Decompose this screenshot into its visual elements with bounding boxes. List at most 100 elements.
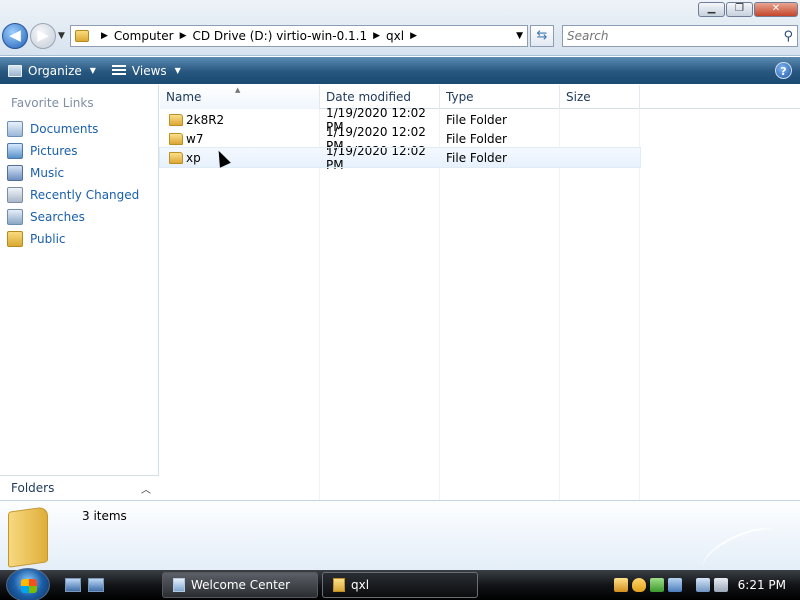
nav-item-public[interactable]: Public [0, 228, 158, 250]
music-icon [7, 165, 23, 181]
recently-changed-icon [7, 187, 23, 203]
task-qxl[interactable]: qxl [322, 572, 478, 598]
views-button[interactable]: Views ▼ [111, 63, 181, 78]
file-row-xp[interactable]: xp 1/19/2020 12:02 PM File Folder [159, 144, 641, 172]
file-name: 2k8R2 [186, 112, 225, 127]
column-divider [639, 109, 640, 500]
file-rows: 2k8R2 1/19/2020 12:02 PM File Folder w7 … [159, 106, 641, 172]
file-name-cell: w7 [160, 132, 320, 146]
chevron-down-icon: ▼ [174, 66, 181, 75]
nav-item-label: Music [30, 166, 65, 180]
back-arrow-icon: ◀ [9, 26, 21, 44]
file-date-cell: 1/19/2020 12:02 PM [326, 143, 426, 172]
address-bar[interactable]: ▶ Computer ▶ CD Drive (D:) virtio-win-0.… [70, 25, 528, 47]
navigation-pane: Favorite Links Documents Pictures Music … [0, 85, 159, 500]
folder-icon [169, 113, 183, 126]
views-label: Views [131, 63, 167, 78]
file-name-cell: xp [160, 151, 320, 165]
column-header-name[interactable]: ▲ Name [160, 85, 320, 109]
nav-item-label: Documents [30, 122, 99, 136]
back-button[interactable]: ◀ [2, 23, 28, 49]
tray-windows-update-icon[interactable] [667, 578, 682, 592]
searches-icon [7, 209, 23, 225]
file-type-cell: File Folder [446, 112, 507, 127]
tray-volume-muted-icon[interactable] [713, 578, 728, 592]
search-input[interactable] [567, 29, 767, 43]
command-bar: Organize ▼ Views ▼ [0, 57, 800, 84]
column-header-label: Size [566, 90, 591, 104]
nav-item-label: Pictures [30, 144, 78, 158]
file-name: xp [186, 150, 201, 165]
breadcrumb-chevron-icon[interactable]: ▶ [101, 31, 108, 41]
folders-label: Folders [11, 481, 55, 495]
column-header-size[interactable]: Size [560, 85, 640, 109]
column-divider [559, 109, 560, 500]
chevron-down-icon: ▼ [89, 66, 96, 75]
nav-item-music[interactable]: Music [0, 162, 158, 184]
public-folder-icon [7, 231, 23, 247]
start-button[interactable] [6, 568, 50, 600]
recent-pages-dropdown[interactable]: ▼ [58, 31, 65, 41]
address-bar-area: ▁ ❐ ✕ ◀ ▶ ▼ ▶ Computer ▶ CD Drive (D:) v… [0, 0, 800, 56]
search-box[interactable]: ⚲ [562, 25, 798, 47]
address-dropdown-icon[interactable]: ▼ [516, 31, 523, 41]
show-desktop-icon[interactable] [65, 578, 81, 592]
refresh-button[interactable]: ⇆ [530, 25, 554, 47]
column-header-label: Name [166, 90, 202, 104]
favorite-links-header: Favorite Links [11, 96, 94, 110]
tray-network-icon[interactable] [613, 578, 628, 592]
tray-connection-icon[interactable] [695, 578, 710, 592]
task-welcome-center[interactable]: Welcome Center [162, 572, 318, 598]
breadcrumb-chevron-icon[interactable]: ▶ [180, 31, 187, 41]
breadcrumb-chevron-icon[interactable]: ▶ [410, 31, 417, 41]
breadcrumb-cd-drive[interactable]: CD Drive (D:) virtio-win-0.1.1 [193, 29, 368, 43]
organize-icon [8, 64, 22, 77]
folder-icon [169, 151, 183, 164]
close-button[interactable]: ✕ [754, 2, 798, 17]
pictures-icon [7, 143, 23, 159]
breadcrumb-computer[interactable]: Computer [114, 29, 174, 43]
minimize-button[interactable]: ▁ [698, 2, 725, 17]
maximize-button[interactable]: ❐ [726, 2, 753, 17]
nav-item-documents[interactable]: Documents [0, 118, 158, 140]
folder-icon [75, 30, 89, 42]
organize-button[interactable]: Organize ▼ [8, 64, 96, 78]
nav-item-label: Recently Changed [30, 188, 140, 202]
details-pane: 3 items [0, 500, 800, 570]
search-icon[interactable]: ⚲ [783, 29, 793, 44]
item-count: 3 items [82, 509, 127, 523]
folder-icon [333, 578, 345, 592]
explorer-window: ▁ ❐ ✕ ◀ ▶ ▼ ▶ Computer ▶ CD Drive (D:) v… [0, 0, 800, 570]
task-label: qxl [351, 578, 370, 592]
file-list: ▲ Name Date modified Type Size 2k8R2 1/1… [159, 85, 800, 500]
tray-defender-icon[interactable] [649, 578, 664, 592]
folders-toggle[interactable]: Folders ︿ [0, 475, 159, 500]
decorative-swoosh [697, 519, 783, 570]
column-header-type[interactable]: Type [440, 85, 560, 109]
nav-item-pictures[interactable]: Pictures [0, 140, 158, 162]
tray-security-shield-icon[interactable] [631, 578, 646, 592]
chevron-up-icon: ︿ [141, 484, 151, 496]
nav-item-label: Searches [30, 210, 85, 224]
taskbar: Welcome Center qxl 6:21 PM [0, 568, 800, 600]
column-header-row: ▲ Name Date modified Type Size [160, 85, 800, 109]
breadcrumb-chevron-icon[interactable]: ▶ [373, 31, 380, 41]
sort-ascending-icon: ▲ [235, 86, 241, 94]
nav-item-recently-changed[interactable]: Recently Changed [0, 184, 158, 206]
welcome-center-icon [173, 578, 185, 592]
system-tray: 6:21 PM [606, 570, 800, 600]
taskbar-clock[interactable]: 6:21 PM [738, 578, 786, 592]
organize-label: Organize [28, 63, 82, 78]
windows-logo-icon [21, 579, 37, 593]
column-header-label: Date modified [326, 90, 412, 104]
large-folder-icon [8, 506, 48, 568]
forward-button[interactable]: ▶ [30, 23, 56, 49]
nav-item-searches[interactable]: Searches [0, 206, 158, 228]
favorite-links-list: Documents Pictures Music Recently Change… [0, 118, 158, 250]
breadcrumb-qxl[interactable]: qxl [386, 29, 404, 43]
help-button[interactable]: ? [775, 62, 792, 79]
views-icon [111, 64, 126, 77]
refresh-icon: ⇆ [536, 28, 548, 43]
switch-windows-icon[interactable] [88, 578, 104, 592]
file-name: w7 [186, 131, 204, 146]
